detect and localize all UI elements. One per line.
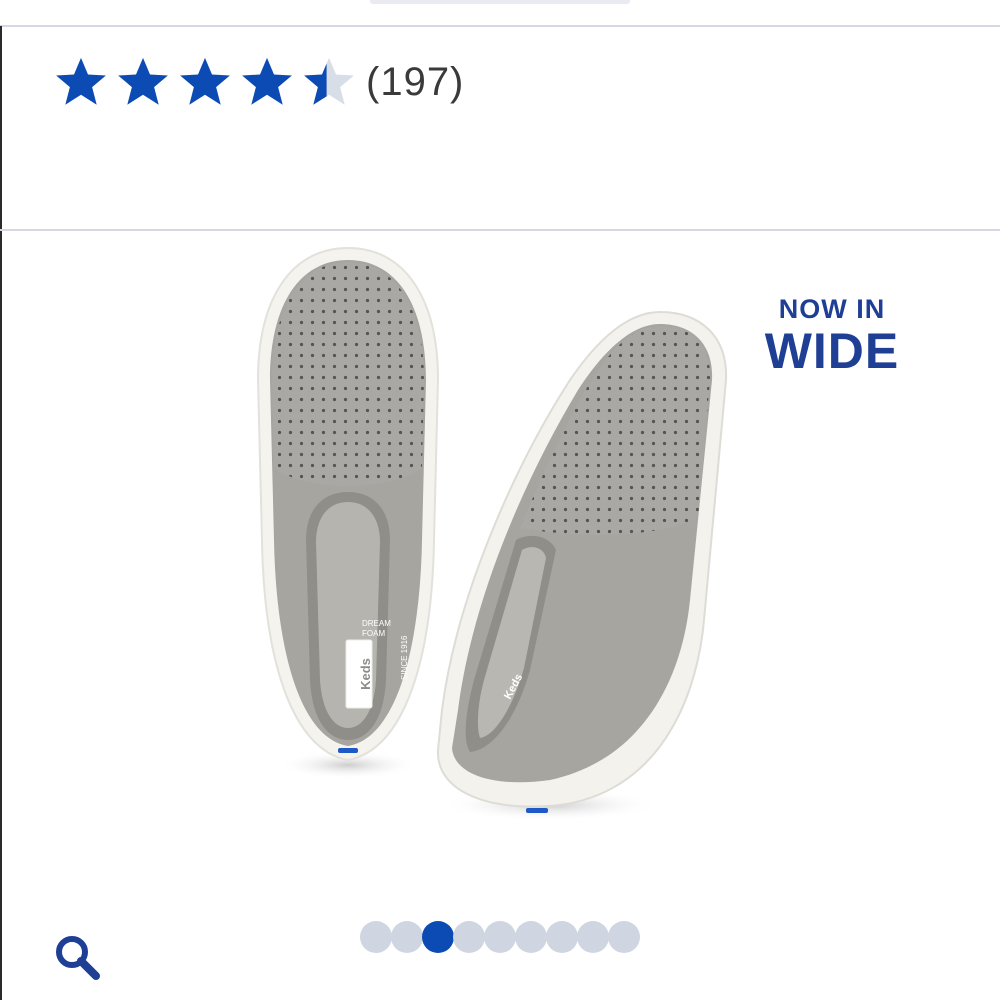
tab-hint <box>370 0 630 4</box>
carousel-dot[interactable] <box>546 921 578 953</box>
star-icon <box>238 53 296 111</box>
carousel-dot[interactable] <box>608 921 640 953</box>
carousel-dot[interactable] <box>577 921 609 953</box>
star-icon <box>176 53 234 111</box>
carousel-dot[interactable] <box>391 921 423 953</box>
rating-summary[interactable]: (197) <box>52 50 464 114</box>
carousel-dot[interactable] <box>515 921 547 953</box>
shoe-tag-since: SINCE 1916 <box>400 635 409 680</box>
shoe-brand-label: Keds <box>358 658 373 690</box>
search-icon <box>56 936 100 980</box>
shoe-tag-line1: DREAM <box>362 619 391 628</box>
carousel-dot[interactable] <box>453 921 485 953</box>
carousel-dot-active[interactable] <box>422 921 454 953</box>
shoes-illustration: Keds DREAM FOAM SINCE 1916 Keds <box>256 246 728 821</box>
review-count[interactable]: (197) <box>366 60 464 105</box>
shoe-tag-line2: FOAM <box>362 629 385 638</box>
top-strip <box>0 0 1000 26</box>
carousel-dot[interactable] <box>360 921 392 953</box>
carousel-dot[interactable] <box>484 921 516 953</box>
badge-line1: NOW IN <box>778 294 886 324</box>
left-shoe: Keds DREAM FOAM SINCE 1916 <box>256 246 440 779</box>
image-carousel-dots[interactable] <box>360 920 640 954</box>
star-icon <box>52 53 110 111</box>
right-shoe: Keds <box>436 310 728 821</box>
half-star-icon <box>300 53 358 111</box>
divider <box>0 25 1000 27</box>
badge-line2: WIDE <box>764 323 900 379</box>
search-button[interactable] <box>52 932 102 982</box>
now-in-wide-badge: NOW IN WIDE <box>752 294 912 378</box>
star-icon <box>114 53 172 111</box>
